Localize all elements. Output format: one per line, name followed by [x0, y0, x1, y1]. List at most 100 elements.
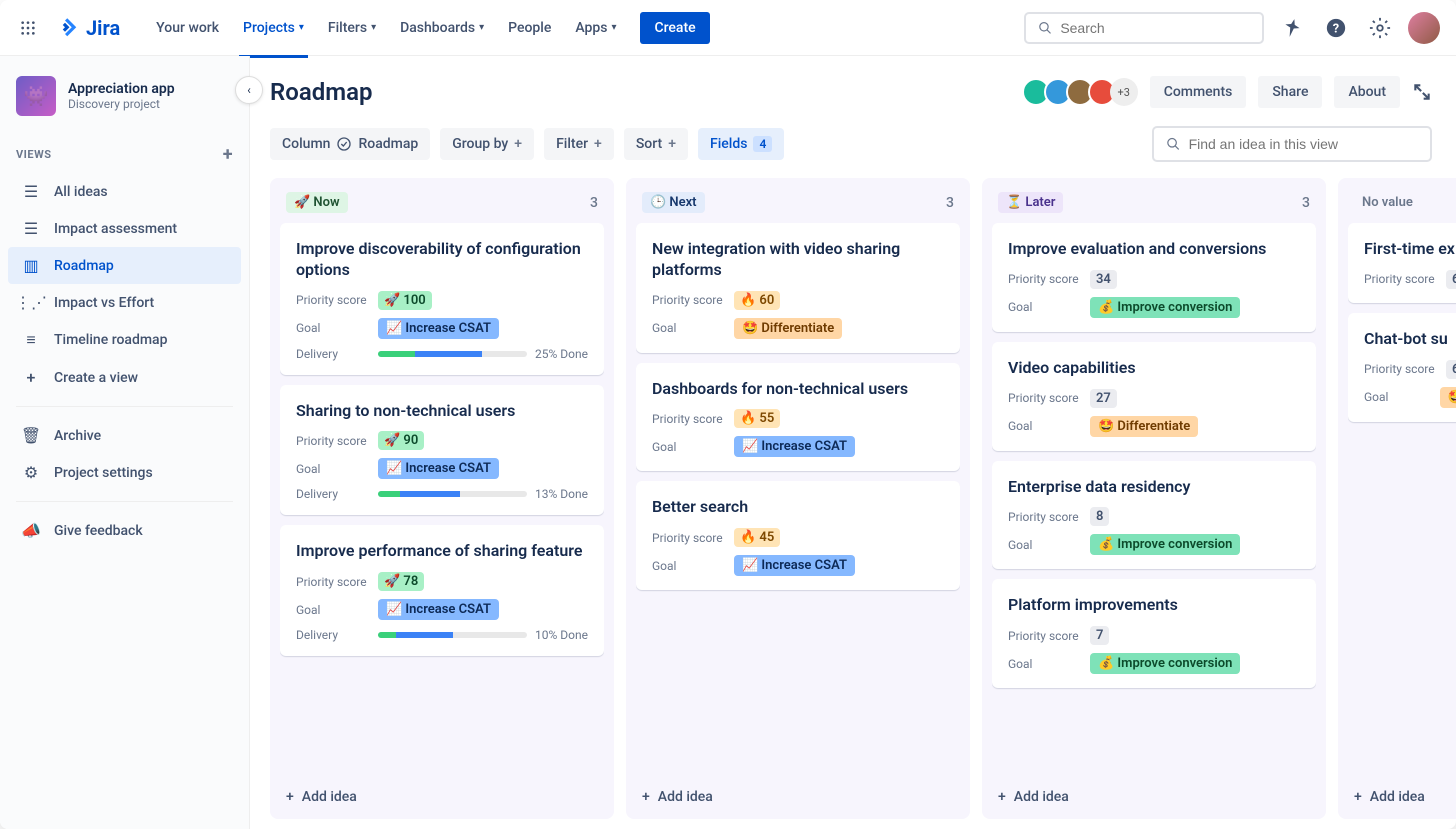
fields-chip[interactable]: Fields4 — [698, 128, 784, 160]
search-input[interactable] — [1060, 20, 1250, 36]
card-title: Chat-bot su — [1364, 329, 1456, 350]
add-view-icon[interactable]: + — [223, 144, 233, 165]
goal-badge: 📈 Increase CSAT — [378, 599, 499, 620]
find-idea-input[interactable] — [1189, 136, 1418, 152]
goal-label: Goal — [652, 440, 734, 454]
priority-label: Priority score — [296, 293, 378, 307]
idea-card[interactable]: New integration with video sharing platf… — [636, 223, 960, 353]
sort-chip[interactable]: Sort+ — [624, 128, 688, 160]
idea-card[interactable]: Chat-bot suPriority score6Goal🤩 — [1348, 313, 1456, 422]
idea-card[interactable]: Sharing to non-technical users Priority s… — [280, 385, 604, 516]
column-label: No value — [1354, 192, 1421, 213]
sidebar-item-all-ideas[interactable]: ☰All ideas — [8, 173, 241, 210]
idea-card[interactable]: Improve evaluation and conversionsPriori… — [992, 223, 1316, 332]
priority-label: Priority score — [652, 412, 734, 426]
gear-icon: ⚙ — [20, 463, 42, 482]
priority-score-badge: 🔥 55 — [734, 409, 780, 428]
sidebar-item-impact-vs-effort[interactable]: ⋮⋰Impact vs Effort — [8, 284, 241, 321]
sidebar-item-create-a-view[interactable]: + Create a view — [8, 359, 241, 396]
find-idea-box[interactable] — [1152, 126, 1432, 162]
goal-badge: 📈 Increase CSAT — [378, 318, 499, 339]
sidebar-archive[interactable]: 🗑Archive — [8, 417, 241, 454]
add-idea-button[interactable]: +Add idea — [1348, 777, 1456, 809]
chevron-down-icon: ▾ — [371, 22, 376, 33]
sidebar-item-label: Create a view — [54, 370, 138, 386]
idea-card[interactable]: Improve performance of sharing featurePr… — [280, 525, 604, 656]
sidebar-item-label: Impact assessment — [54, 221, 177, 237]
goal-label: Goal — [652, 559, 734, 573]
add-idea-button[interactable]: +Add idea — [280, 777, 604, 809]
project-type: Discovery project — [68, 97, 175, 111]
about-button[interactable]: About — [1334, 76, 1400, 108]
user-avatar[interactable] — [1408, 12, 1440, 44]
nav-your-work[interactable]: Your work — [144, 12, 231, 44]
nav-dashboards[interactable]: Dashboards▾ — [388, 12, 496, 44]
project-header[interactable]: 👾 Appreciation app Discovery project — [8, 76, 241, 136]
global-search[interactable] — [1024, 12, 1264, 44]
goal-badge: 💰 Improve conversion — [1090, 534, 1240, 555]
create-button[interactable]: Create — [640, 12, 709, 44]
idea-card[interactable]: First-time exPriority score6 — [1348, 223, 1456, 303]
priority-score-badge: 7 — [1090, 626, 1109, 645]
share-button[interactable]: Share — [1258, 76, 1322, 108]
collaborator-avatars[interactable]: +3 — [1028, 78, 1138, 106]
column-count: 3 — [590, 195, 598, 211]
add-idea-button[interactable]: +Add idea — [992, 777, 1316, 809]
delivery-label: Delivery — [296, 628, 378, 642]
comments-button[interactable]: Comments — [1150, 76, 1247, 108]
goal-label: Goal — [296, 321, 378, 335]
help-icon[interactable]: ? — [1320, 12, 1352, 44]
sidebar-item-impact-assessment[interactable]: ☰Impact assessment — [8, 210, 241, 247]
groupby-chip[interactable]: Group by+ — [440, 128, 534, 160]
idea-card[interactable]: Video capabilitiesPriority score27Goal🤩 … — [992, 342, 1316, 451]
priority-score-badge: 34 — [1090, 270, 1117, 289]
view-toolbar: Column Roadmap Group by+ Filter+ Sort+ F… — [270, 126, 1456, 162]
fullscreen-icon[interactable] — [1412, 82, 1432, 102]
sidebar-item-label: Impact vs Effort — [54, 295, 154, 311]
idea-card[interactable]: Better searchPriority score🔥 45Goal📈 Inc… — [636, 481, 960, 590]
card-title: Enterprise data residency — [1008, 477, 1300, 498]
priority-score-badge: 🚀 90 — [378, 431, 424, 450]
nav-apps[interactable]: Apps▾ — [563, 12, 628, 44]
jira-logo[interactable]: Jira — [56, 16, 120, 40]
filter-chip[interactable]: Filter+ — [544, 128, 614, 160]
card-title: Platform improvements — [1008, 595, 1300, 616]
add-idea-button[interactable]: +Add idea — [636, 777, 960, 809]
avatar-more[interactable]: +3 — [1110, 78, 1138, 106]
sidebar-item-timeline-roadmap[interactable]: ≡Timeline roadmap — [8, 321, 241, 359]
sidebar-project-settings[interactable]: ⚙Project settings — [8, 454, 241, 491]
column-label: 🚀 Now — [286, 192, 348, 213]
column-now: 🚀 Now 3 Improve discoverability of configu… — [270, 178, 614, 819]
app-switcher-icon[interactable] — [16, 16, 40, 40]
settings-icon[interactable] — [1364, 12, 1396, 44]
idea-card[interactable]: Enterprise data residencyPriority score8… — [992, 461, 1316, 570]
logo-text: Jira — [86, 16, 120, 40]
plus-icon: + — [1354, 789, 1362, 805]
goal-label: Goal — [296, 462, 378, 476]
idea-card[interactable]: Improve discoverability of configuration… — [280, 223, 604, 375]
plus-icon: + — [20, 368, 42, 387]
project-icon: 👾 — [16, 76, 56, 116]
nav-filters[interactable]: Filters▾ — [316, 12, 388, 44]
chevron-down-icon: ▾ — [479, 22, 484, 33]
goal-badge: 📈 Increase CSAT — [734, 436, 855, 457]
idea-card[interactable]: Dashboards for non-technical users Priori… — [636, 363, 960, 472]
sidebar-feedback[interactable]: 📣Give feedback — [8, 512, 241, 549]
card-title: Dashboards for non-technical users — [652, 379, 944, 400]
nav-projects[interactable]: Projects▾ — [231, 12, 316, 44]
sidebar-item-roadmap[interactable]: ▥Roadmap — [8, 247, 241, 284]
views-section-header: VIEWS + — [8, 136, 241, 173]
timeline-icon: ≡ — [20, 330, 42, 350]
sidebar: ‹ 👾 Appreciation app Discovery project V… — [0, 56, 250, 829]
notifications-icon[interactable] — [1276, 12, 1308, 44]
top-navigation: Jira Your workProjects▾Filters▾Dashboard… — [0, 0, 1456, 56]
goal-label: Goal — [1008, 538, 1090, 552]
idea-card[interactable]: Platform improvementsPriority score7Goal… — [992, 579, 1316, 688]
card-title: Sharing to non-technical users — [296, 401, 588, 422]
priority-score-badge: 🚀 100 — [378, 291, 432, 310]
priority-label: Priority score — [296, 434, 378, 448]
priority-label: Priority score — [652, 531, 734, 545]
column-chip[interactable]: Column Roadmap — [270, 128, 430, 160]
nav-people[interactable]: People — [496, 12, 563, 44]
collapse-sidebar-button[interactable]: ‹ — [235, 76, 263, 104]
